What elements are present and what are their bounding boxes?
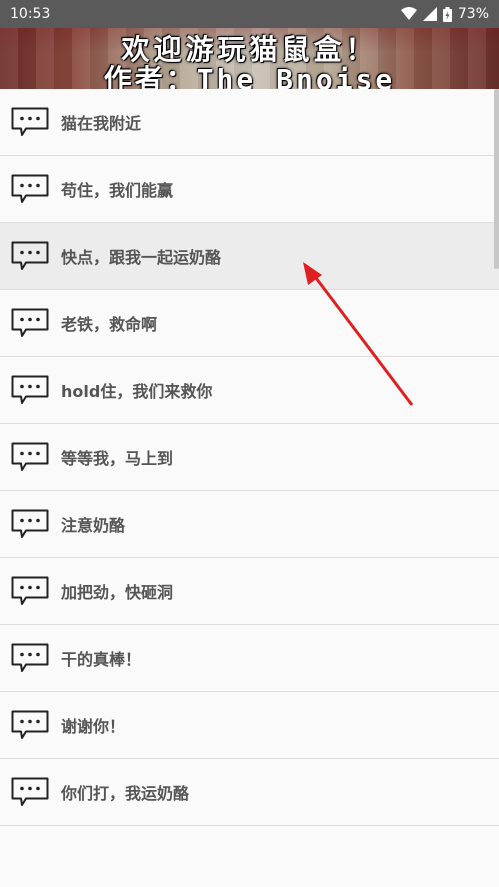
battery-percent: 73% <box>457 6 489 22</box>
battery-icon <box>442 6 452 22</box>
list-item[interactable]: 注意奶酪 <box>0 491 499 558</box>
list-item-label: 加把劲，快砸洞 <box>61 583 174 602</box>
list-item[interactable]: 猫在我附近 <box>0 89 499 156</box>
scrollbar[interactable] <box>494 89 499 269</box>
list-item[interactable]: 干的真棒！ <box>0 625 499 692</box>
list-item-label: 猫在我附近 <box>61 114 142 133</box>
list-item-label: 注意奶酪 <box>61 516 126 535</box>
list-item-label: 苟住，我们能赢 <box>61 181 174 200</box>
message-icon <box>11 777 49 807</box>
message-icon <box>11 375 49 405</box>
status-bar: 10:53 73% <box>0 0 499 28</box>
list-item-label: 干的真棒！ <box>61 650 142 669</box>
list-item[interactable]: 加把劲，快砸洞 <box>0 558 499 625</box>
banner-author-text: 作者：The_Bnoise <box>103 63 396 89</box>
message-icon <box>11 643 49 673</box>
signal-icon <box>422 7 437 21</box>
list-item[interactable]: 快点，跟我一起运奶酪 <box>0 223 499 290</box>
message-icon <box>11 509 49 539</box>
list-item-label: 老铁，救命啊 <box>61 315 158 334</box>
list-item[interactable]: 苟住，我们能赢 <box>0 156 499 223</box>
list-item-label: 快点，跟我一起运奶酪 <box>61 248 222 267</box>
message-icon <box>11 710 49 740</box>
list-item[interactable]: hold住，我们来救你 <box>0 357 499 424</box>
list-item[interactable]: 老铁，救命啊 <box>0 290 499 357</box>
status-icons: 73% <box>400 6 489 22</box>
list-item[interactable]: 谢谢你！ <box>0 692 499 759</box>
list-item-label: hold住，我们来救你 <box>61 382 213 401</box>
quick-message-list: 猫在我附近苟住，我们能赢快点，跟我一起运奶酪 老铁，救命啊 hold住，我们来救你等… <box>0 89 499 826</box>
status-time: 10:53 <box>10 6 51 22</box>
list-item[interactable]: 等等我，马上到 <box>0 424 499 491</box>
list-item[interactable]: 你们打，我运奶酪 <box>0 759 499 826</box>
wifi-icon <box>400 7 417 21</box>
message-icon <box>11 241 49 271</box>
header-banner: 欢迎游玩猫鼠盒！ 作者：The_Bnoise <box>0 28 499 89</box>
message-icon <box>11 308 49 338</box>
list-item-label: 你们打，我运奶酪 <box>61 784 190 803</box>
message-icon <box>11 576 49 606</box>
message-icon <box>11 107 49 137</box>
list-item-label: 等等我，马上到 <box>61 449 174 468</box>
message-icon <box>11 174 49 204</box>
message-icon <box>11 442 49 472</box>
list-item-label: 谢谢你！ <box>61 717 126 736</box>
